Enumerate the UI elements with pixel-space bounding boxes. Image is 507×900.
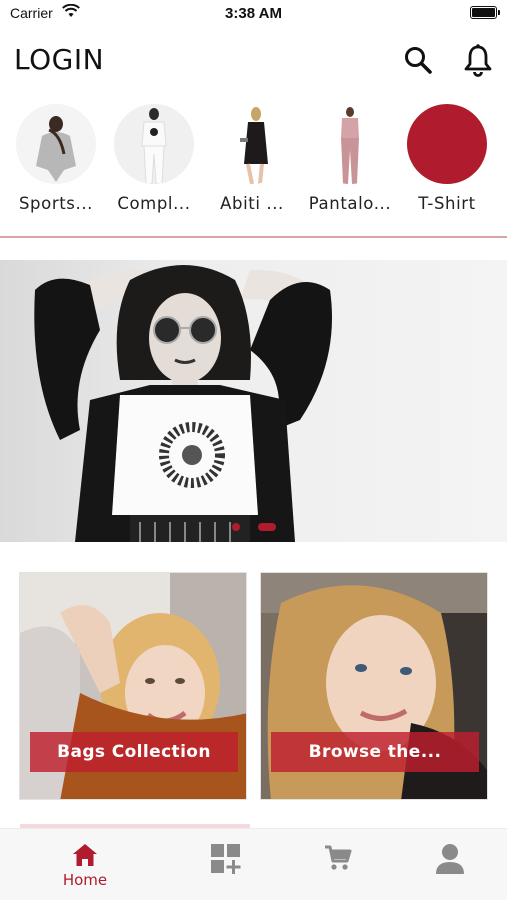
home-icon <box>73 844 97 866</box>
battery-icon <box>470 6 500 19</box>
tab-categories[interactable] <box>186 843 266 895</box>
bags-collection-card[interactable]: Bags Collection <box>19 572 247 800</box>
black-dress-model-photo <box>212 104 292 184</box>
notifications-button[interactable] <box>460 42 496 78</box>
tab-bar: Home <box>0 828 507 900</box>
bell-icon <box>464 44 492 77</box>
hoodie-model-photo <box>16 104 96 184</box>
category-label: Pantalo... <box>308 194 392 213</box>
category-strip: Sports... Compl... Abiti ... Pantalo... … <box>0 104 507 222</box>
card-label-background: Bags Collection <box>30 732 238 772</box>
red-circle <box>407 104 487 184</box>
grid-add-icon <box>211 844 241 874</box>
page-dot-2 <box>258 523 276 531</box>
category-label: Sports... <box>18 194 94 213</box>
browse-card[interactable]: Browse the... <box>260 572 488 800</box>
tab-home-label: Home <box>62 871 108 889</box>
tab-cart[interactable] <box>298 843 378 895</box>
login-link[interactable]: LOGIN <box>14 43 104 76</box>
clock: 3:38 AM <box>225 5 282 22</box>
search-icon <box>405 47 432 74</box>
status-bar: Carrier 3:38 AM <box>0 0 507 28</box>
category-item-pants[interactable]: Pantalo... <box>302 104 398 213</box>
category-label: T-Shirt <box>418 194 476 213</box>
tab-profile[interactable] <box>410 843 490 895</box>
app-header: LOGIN <box>0 30 507 90</box>
card-label: Bags Collection <box>57 742 211 762</box>
tab-home[interactable]: Home <box>45 843 125 895</box>
category-item-sports[interactable]: Sports... <box>8 104 104 213</box>
card-label-background: Browse the... <box>271 732 479 772</box>
white-set-model-photo <box>114 104 194 184</box>
category-item-dresses[interactable]: Abiti ... <box>204 104 300 213</box>
cart-icon <box>325 845 352 870</box>
card-label: Browse the... <box>308 742 442 762</box>
search-button[interactable] <box>400 42 436 78</box>
category-item-complete[interactable]: Compl... <box>106 104 202 213</box>
category-item-tshirt[interactable]: T-Shirt <box>399 104 495 213</box>
category-label: Compl... <box>117 194 191 213</box>
person-icon <box>436 844 464 874</box>
category-label: Abiti ... <box>220 194 284 213</box>
page-dot-1 <box>232 523 240 531</box>
hero-banner[interactable] <box>0 260 507 542</box>
category-divider <box>0 236 507 238</box>
banner-page-indicator[interactable] <box>230 517 290 531</box>
pink-pants-model-photo <box>310 104 390 184</box>
woman-leather-jacket-sunglasses-photo <box>0 260 507 542</box>
